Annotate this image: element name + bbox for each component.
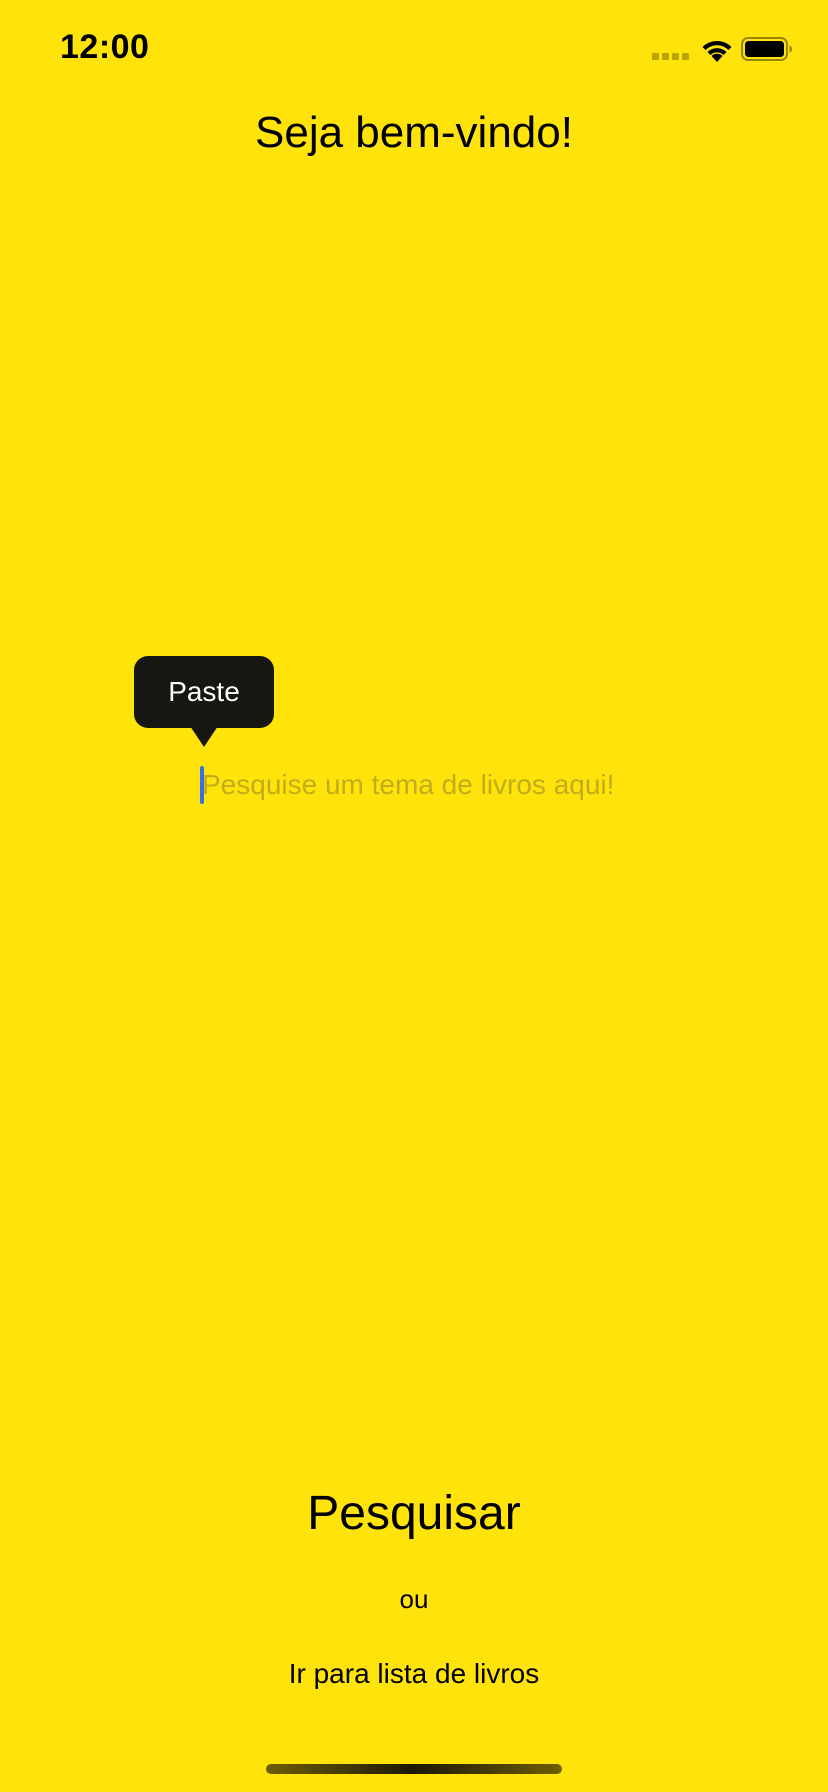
status-time: 12:00: [60, 28, 150, 66]
signal-dot: [672, 53, 679, 60]
book-list-link[interactable]: Ir para lista de livros: [0, 1658, 828, 1690]
cellular-signal-icon: [652, 53, 689, 60]
search-input[interactable]: Pesquise um tema de livros aqui!: [200, 762, 700, 808]
signal-dot: [652, 53, 659, 60]
signal-dot: [662, 53, 669, 60]
paste-menu-button[interactable]: Paste: [134, 656, 274, 728]
status-bar: 12:00: [0, 0, 828, 100]
or-separator: ou: [399, 1584, 429, 1614]
wifi-icon: [702, 40, 732, 62]
battery-icon: [741, 37, 792, 61]
paste-menu-arrow: [190, 726, 218, 747]
search-button[interactable]: Pesquisar: [0, 1486, 828, 1541]
home-indicator[interactable]: [266, 1764, 562, 1774]
signal-dot: [682, 53, 689, 60]
page-title: Seja bem-vindo!: [255, 108, 573, 157]
search-placeholder: Pesquise um tema de livros aqui!: [202, 769, 615, 800]
